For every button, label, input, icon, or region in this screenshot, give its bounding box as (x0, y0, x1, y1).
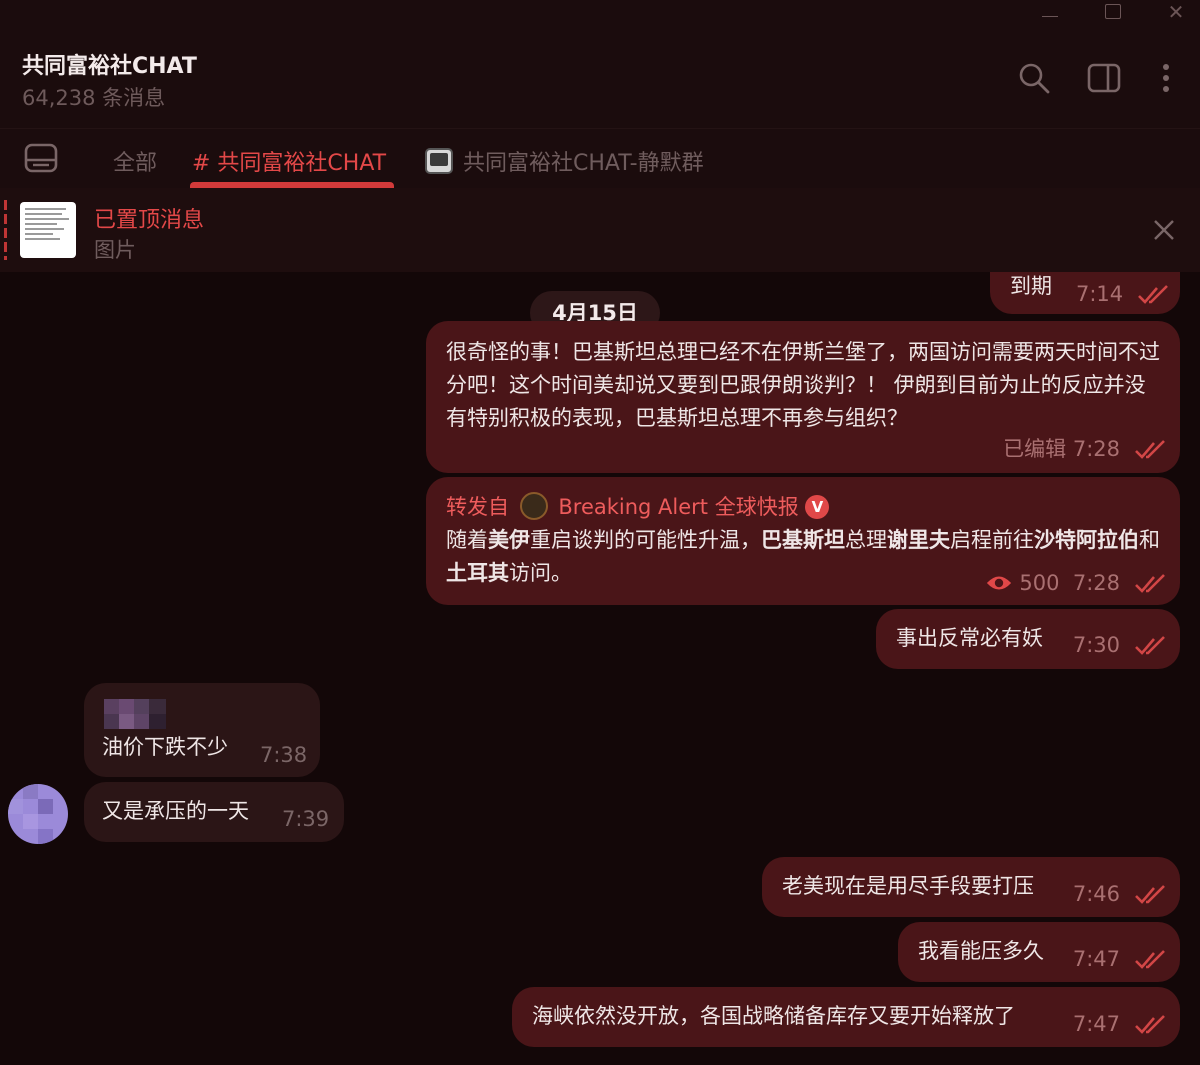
message-bubble[interactable]: 又是承压的一天 7:39 (84, 782, 344, 842)
forward-label: 转发自 (446, 495, 509, 519)
message-text: 很奇怪的事！巴基斯坦总理已经不在伊斯兰堡了，两国访问需要两天时间不过分吧！这个时… (446, 340, 1160, 430)
view-count: 500 (1019, 571, 1060, 595)
message-bubble[interactable]: 老美现在是用尽手段要打压 7:46 (762, 857, 1180, 917)
double-check-icon (1135, 1015, 1165, 1034)
pinned-image-thumbnail (20, 202, 76, 258)
tab-silent-group[interactable]: 共同富裕社CHAT-静默群 (425, 145, 704, 177)
minimize-button[interactable] (1038, 2, 1062, 22)
double-check-icon (1135, 440, 1165, 459)
folder-tabs: 全部 # 共同富裕社CHAT 共同富裕社CHAT-静默群 (0, 128, 1200, 189)
message-bubble[interactable]: 油价下跌不少 7:38 (84, 683, 320, 777)
close-icon[interactable] (1150, 216, 1178, 244)
pinned-subtitle: 图片 (94, 238, 136, 262)
message-list[interactable]: 到期 7:14 4月15日 很奇怪的事！巴基斯坦总理已经不在伊斯兰堡了，两国访问… (0, 272, 1200, 1065)
message-time: 7:39 (282, 807, 330, 831)
pinned-message-bar[interactable]: 已置顶消息 图片 (0, 188, 1200, 272)
message-bubble[interactable]: 很奇怪的事！巴基斯坦总理已经不在伊斯兰堡了，两国访问需要两天时间不过分吧！这个时… (426, 321, 1180, 473)
forward-source: Breaking Alert 全球快报 (558, 495, 799, 519)
tab-silent-label: 共同富裕社CHAT-静默群 (463, 151, 704, 176)
maximize-button[interactable] (1101, 2, 1125, 22)
double-check-icon (1135, 636, 1165, 655)
sender-name-redacted (104, 699, 166, 729)
side-panel-icon[interactable] (1086, 60, 1122, 96)
search-icon[interactable] (1016, 60, 1052, 96)
window-titlebar: ✕ (0, 0, 1200, 30)
folders-menu-icon[interactable] (24, 143, 58, 173)
message-text: 老美现在是用尽手段要打压 (782, 874, 1034, 898)
message-bubble[interactable]: 海峡依然没开放，各国战略储备库存又要开始释放了 7:47 (512, 987, 1180, 1047)
message-time: 7:38 (260, 743, 308, 767)
double-check-icon (1135, 950, 1165, 969)
message-time: 7:46 (1072, 882, 1120, 906)
message-bubble[interactable]: 到期 7:14 (990, 272, 1180, 314)
double-check-icon (1135, 574, 1165, 593)
message-text: 海峡依然没开放，各国战略储备库存又要开始释放了 (532, 1004, 1015, 1028)
tab-chat[interactable]: # 共同富裕社CHAT (192, 145, 386, 177)
chat-title[interactable]: 共同富裕社CHAT (22, 48, 197, 80)
forwarded-message[interactable]: 转发自 Breaking Alert 全球快报 V 随着美伊重启谈判的可能性升温… (426, 477, 1180, 605)
close-window-button[interactable]: ✕ (1164, 2, 1188, 22)
message-time: 7:47 (1072, 1012, 1120, 1036)
channel-avatar (519, 492, 548, 520)
message-text: 到期 (1010, 274, 1052, 298)
forward-header[interactable]: 转发自 Breaking Alert 全球快报 V (446, 491, 830, 524)
message-bubble[interactable]: 我看能压多久 7:47 (898, 922, 1180, 982)
double-check-icon (1138, 285, 1169, 304)
avatar[interactable] (8, 784, 68, 844)
message-time: 7:30 (1072, 633, 1120, 657)
tv-icon (425, 148, 453, 174)
message-time: 7:28 (1072, 571, 1120, 595)
chat-header: 共同富裕社CHAT 64,238 条消息 (0, 30, 1200, 128)
message-text: 我看能压多久 (918, 939, 1044, 963)
pinned-title: 已置顶消息 (94, 208, 205, 233)
more-vertical-icon[interactable] (1150, 60, 1186, 96)
message-time: 7:14 (1076, 282, 1124, 306)
message-time: 7:47 (1072, 947, 1120, 971)
message-text: 事出反常必有妖 (896, 626, 1043, 650)
verified-icon: V (805, 495, 830, 519)
double-check-icon (1135, 885, 1165, 904)
tab-all[interactable]: 全部 (113, 145, 157, 177)
edited-label: 已编辑 (1003, 437, 1067, 461)
message-bubble[interactable]: 事出反常必有妖 7:30 (876, 609, 1180, 669)
pin-indicator (4, 200, 7, 260)
message-time: 7:28 (1072, 437, 1120, 461)
message-count: 64,238 条消息 (22, 86, 166, 110)
eye-icon (987, 576, 1012, 590)
message-text: 油价下跌不少 (102, 735, 228, 759)
message-text: 又是承压的一天 (102, 799, 249, 823)
